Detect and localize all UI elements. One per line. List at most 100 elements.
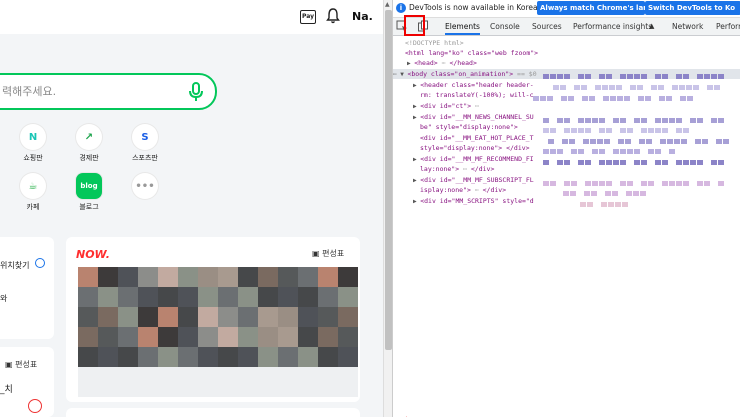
head-node[interactable]: ▶ <head> ⋯ </head>	[407, 58, 477, 68]
thumbnail-tile	[278, 307, 298, 327]
redaction-block	[676, 128, 682, 133]
microphone-icon[interactable]	[187, 82, 205, 102]
pay-icon[interactable]: Pay	[300, 10, 316, 24]
redaction-block	[568, 96, 574, 101]
redaction-block	[651, 85, 657, 90]
tab-console[interactable]: Console	[490, 18, 520, 35]
service-shortcut[interactable]: ☕ 카페	[18, 173, 48, 212]
thumbnail-tile	[178, 287, 198, 307]
tab-performance-insights[interactable]: Performance insights	[573, 18, 652, 35]
redaction-block	[662, 74, 668, 79]
redaction-block	[584, 191, 590, 196]
thumbnail-tile	[318, 347, 338, 367]
thumbnail-mosaic[interactable]	[78, 267, 360, 397]
bell-icon[interactable]	[326, 8, 340, 24]
redaction-block	[618, 139, 624, 144]
thumbnail-tile	[198, 267, 218, 287]
naver-page: Pay Na. 력해주세요. N 쇼핑판 ↗ 경제판 S 스포츠판 ☕ 카페 blog 블로그 ••…	[0, 0, 383, 417]
redaction-block	[557, 160, 563, 165]
redaction-block	[697, 74, 703, 79]
redaction-block	[616, 85, 622, 90]
redaction-block	[543, 149, 549, 154]
thumbnail-tile	[118, 287, 138, 307]
html-node[interactable]: <html lang="ko" class="web fzoom">	[405, 48, 538, 58]
avatar[interactable]: Na.	[352, 6, 380, 28]
service-shortcut[interactable]: N 쇼핑판	[18, 124, 48, 163]
redaction-block	[627, 181, 633, 186]
location-icon[interactable]	[35, 258, 45, 268]
service-shortcut[interactable]: ↗ 경제판	[74, 124, 104, 163]
service-shortcut[interactable]: •••	[130, 173, 160, 202]
info-message: DevTools is now available in Korean!	[409, 3, 546, 12]
tab-network[interactable]: Network	[672, 18, 703, 35]
scroll-up-icon[interactable]: ▲	[385, 1, 390, 8]
service-icon[interactable]: N	[20, 124, 46, 150]
redaction-block	[612, 191, 618, 196]
next-card	[66, 408, 360, 417]
redaction-block	[550, 128, 556, 133]
service-shortcut[interactable]: S 스포츠판	[130, 124, 160, 163]
thumbnail-tile	[78, 287, 98, 307]
subscript-node[interactable]: ▶ <div id="__MM_MF_SUBSCRIPT_FL	[413, 175, 534, 185]
service-icon[interactable]: S	[132, 124, 158, 150]
redaction-block	[638, 96, 644, 101]
redaction-block	[681, 139, 687, 144]
tab-performance[interactable]: Perform	[716, 18, 740, 35]
thumbnail-tile	[118, 347, 138, 367]
redaction-block	[543, 160, 549, 165]
location-label[interactable]: 위치찾기	[0, 260, 29, 271]
redaction-block	[646, 139, 652, 144]
live-icon[interactable]	[28, 399, 42, 413]
news-channel-node[interactable]: ▶ <div id="__MM_NEWS_CHANNEL_SU	[413, 112, 534, 122]
redaction-block	[550, 149, 556, 154]
doctype-node[interactable]: <!DOCTYPE html>	[405, 38, 464, 48]
thumbnail-tile	[78, 367, 98, 387]
recommend-node[interactable]: ▶ <div id="__MM_MF_RECOMMEND_FI	[413, 154, 534, 164]
tab-sources[interactable]: Sources	[532, 18, 562, 35]
now-logo[interactable]: NOW.	[76, 248, 110, 261]
header-node[interactable]: ▶ <header class="header header-	[413, 80, 534, 90]
mm-scripts-node[interactable]: ▶ <div id="MM_SCRIPTS" style="d	[413, 196, 534, 206]
redaction-block	[587, 202, 593, 207]
service-icon[interactable]: ↗	[76, 124, 102, 150]
redaction-block	[704, 181, 710, 186]
redaction-block	[592, 181, 598, 186]
thumbnail-tile	[158, 287, 178, 307]
redaction-block	[648, 181, 654, 186]
redaction-block	[637, 85, 643, 90]
redaction-block	[543, 128, 549, 133]
schedule-button[interactable]: ▣ 편성표	[312, 248, 344, 259]
service-icon[interactable]: blog	[76, 173, 102, 199]
match-language-button[interactable]: Always match Chrome's language	[537, 1, 645, 15]
redaction-block	[606, 181, 612, 186]
redaction-block	[574, 85, 580, 90]
redaction-block	[550, 74, 556, 79]
redaction-block	[655, 118, 661, 123]
thumbnail-tile	[178, 387, 198, 397]
redaction-block	[613, 149, 619, 154]
redaction-block	[648, 149, 654, 154]
service-icon[interactable]: ☕	[20, 173, 46, 199]
redaction-block	[686, 85, 692, 90]
redaction-block	[630, 85, 636, 90]
redaction-block	[624, 96, 630, 101]
schedule-button[interactable]: ▣ 편성표	[5, 359, 37, 370]
redaction-block	[585, 74, 591, 79]
redaction-block	[599, 160, 605, 165]
ct-node[interactable]: ▶ <div id="ct"> ⋯	[413, 101, 479, 111]
tab-elements[interactable]: Elements	[445, 18, 480, 35]
service-shortcut[interactable]: blog 블로그	[74, 173, 104, 212]
search-box[interactable]: 력해주세요.	[0, 73, 217, 110]
thumbnail-tile	[278, 387, 298, 397]
thumbnail-tile	[78, 307, 98, 327]
eat-hot-place-node[interactable]: <div id="__MM_EAT_HOT_PLACE_T	[420, 133, 534, 143]
search-input[interactable]: 력해주세요.	[2, 75, 56, 108]
scroll-thumb[interactable]	[385, 10, 392, 350]
redaction-block	[662, 160, 668, 165]
switch-language-button[interactable]: Switch DevTools to Ko	[645, 1, 740, 15]
redaction-block	[634, 74, 640, 79]
redaction-block	[669, 149, 675, 154]
thumbnail-tile	[198, 327, 218, 347]
service-icon[interactable]: •••	[132, 173, 158, 199]
redaction-block	[583, 139, 589, 144]
